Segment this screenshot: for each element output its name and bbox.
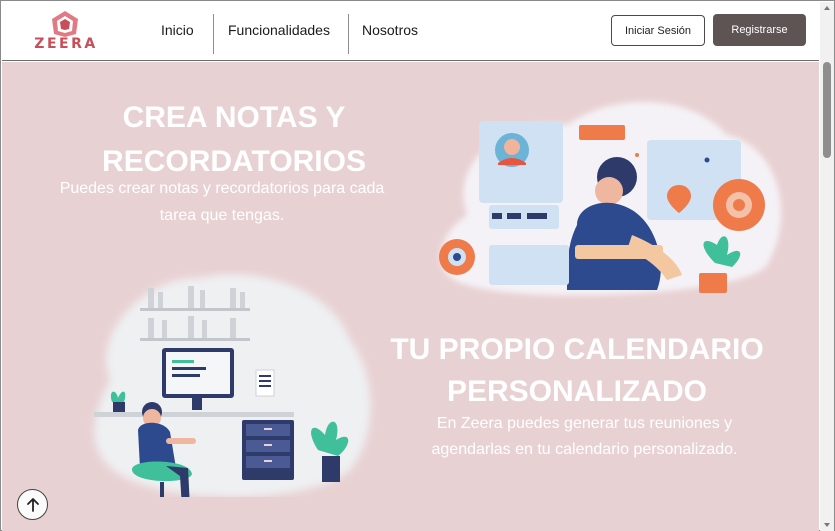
scroll-up-arrow-icon[interactable]	[824, 6, 830, 10]
navbar: ZEERA Inicio Funcionalidades Nosotros In…	[2, 2, 819, 61]
nav-link-nosotros[interactable]: Nosotros	[362, 22, 418, 38]
logo-mark-icon	[52, 11, 78, 37]
arrow-up-icon	[26, 497, 39, 512]
nav-link-inicio[interactable]: Inicio	[161, 22, 194, 38]
calendar-title-line2: PERSONALIZADO	[446, 375, 707, 408]
nav-divider	[213, 14, 214, 54]
calendar-illustration	[94, 274, 371, 497]
notes-illustration	[439, 101, 782, 296]
logo-text: ZEERA	[34, 36, 98, 52]
calendar-description-line2: agendarlas en tu calendario personalizad…	[431, 441, 738, 458]
logo[interactable]: ZEERA	[30, 8, 102, 54]
nav-link-funcionalidades[interactable]: Funcionalidades	[228, 22, 330, 38]
scroll-down-arrow-icon[interactable]	[824, 523, 830, 527]
hero-section: CREA NOTAS Y RECORDATORIOS Puedes crear …	[2, 62, 819, 531]
calendar-title-line1: TU PROPIO CALENDARIO	[390, 333, 764, 366]
back-to-top-button[interactable]	[17, 489, 48, 520]
nav-divider	[348, 14, 349, 54]
login-button[interactable]: Iniciar Sesión	[611, 15, 705, 46]
scrollbar-thumb[interactable]	[823, 62, 831, 158]
vertical-scrollbar[interactable]	[820, 2, 834, 531]
calendar-description-line1: En Zeera puedes generar tus reuniones y	[436, 415, 733, 432]
notes-description-line2: tarea que tengas.	[159, 207, 285, 224]
notes-title-line1: CREA NOTAS Y	[122, 101, 346, 134]
register-button[interactable]: Registrarse	[713, 14, 806, 46]
browser-frame: ZEERA Inicio Funcionalidades Nosotros In…	[0, 0, 835, 531]
notes-description-line1: Puedes crear notas y recordatorios para …	[59, 180, 385, 197]
